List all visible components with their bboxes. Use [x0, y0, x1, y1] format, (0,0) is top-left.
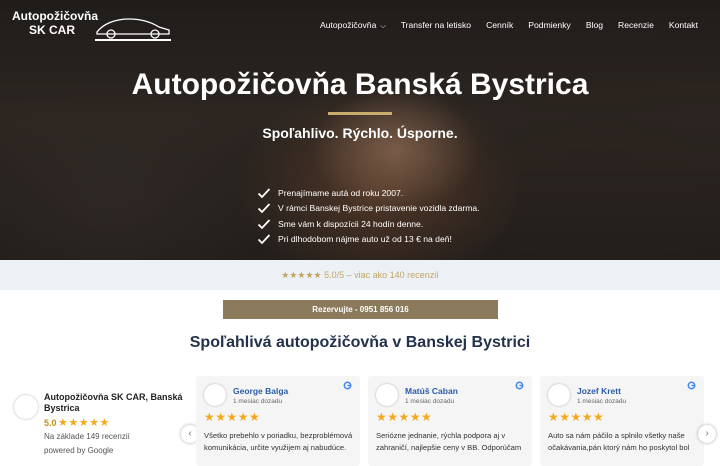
feature-item: Prenajímame autá od roku 2007. — [257, 185, 480, 201]
review-text: Všetko prebehlo v poriadku, bezproblémov… — [204, 431, 353, 452]
chevron-right-icon[interactable]: › — [698, 425, 716, 443]
check-icon — [257, 203, 271, 214]
car-logo-icon[interactable] — [93, 12, 173, 42]
google-icon — [343, 381, 352, 390]
review-card: George Balga 1 mesiac dozadu ★★★★★ Všetk… — [196, 376, 360, 466]
reviewer-avatar — [204, 384, 226, 406]
chevron-down-icon: ⌵ — [380, 23, 386, 30]
check-icon — [257, 188, 271, 199]
google-icon — [687, 381, 696, 390]
nav-item-kontakt[interactable]: Kontakt — [669, 20, 698, 31]
review-text: Auto sa nám páčilo a splnilo všetky naše… — [548, 431, 690, 452]
business-name[interactable]: Autopožičovňa SK CAR, Banská Bystrica — [44, 392, 184, 414]
review-date: 1 mesiac dozadu — [405, 398, 455, 405]
feature-text: Prenajímame autá od roku 2007. — [278, 187, 404, 198]
feature-text: Pri dlhodobom nájme auto už od 13 € na d… — [278, 234, 452, 245]
feature-text: Sme vám k dispozícii 24 hodín denne. — [278, 218, 424, 229]
reviewer-name[interactable]: Jozef Krett — [577, 386, 621, 396]
powered-by-google: powered by Google — [44, 446, 114, 455]
nav-item-label: Autopožičovňa — [319, 20, 377, 30]
hero-subtitle: Spoľahlivo. Rýchlo. Úsporne. — [262, 125, 458, 141]
rating-strip[interactable]: ★★★★★ 5.0/5 – viac ako 140 recenzií — [0, 260, 720, 290]
review-date: 1 mesiac dozadu — [577, 398, 627, 405]
nav-item-autopozicovna[interactable]: Autopožičovňa ⌵ — [320, 20, 386, 31]
star-rating-icon: ★★★★★ — [548, 410, 605, 424]
review-date: 1 mesiac dozadu — [233, 398, 283, 405]
reviewer-avatar — [548, 384, 570, 406]
reviewer-name[interactable]: Matúš Caban — [405, 386, 458, 396]
review-card: Jozef Krett 1 mesiac dozadu ★★★★★ Auto s… — [540, 376, 704, 466]
title-divider — [328, 112, 392, 115]
review-card: Matúš Caban 1 mesiac dozadu ★★★★★ Serióz… — [368, 376, 532, 466]
feature-list: Prenajímame autá od roku 2007. V rámci B… — [257, 185, 480, 247]
feature-item: Sme vám k dispozícii 24 hodín denne. — [257, 216, 480, 232]
review-count: Na základe 149 recenzií — [44, 432, 130, 441]
nav-item-recenzie[interactable]: Recenzie — [618, 20, 654, 31]
main-nav: Autopožičovňa ⌵ Transfer na letisko Cenní… — [320, 20, 698, 31]
reviewer-name[interactable]: George Balga — [233, 386, 288, 396]
reviewer-avatar — [376, 384, 398, 406]
star-rating-icon: ★★★★★ — [58, 417, 110, 429]
check-icon — [257, 234, 271, 245]
nav-item-transfer[interactable]: Transfer na letisko — [401, 20, 471, 31]
hero-title: Autopožičovňa Banská Bystrica — [131, 68, 589, 101]
business-avatar — [14, 395, 38, 419]
feature-text: V rámci Banskej Bystrice pristavenie voz… — [278, 203, 480, 214]
nav-item-blog[interactable]: Blog — [586, 20, 603, 31]
hero-section: Autopožičovňa SK CAR Autopožičovňa ⌵ Tran… — [0, 0, 720, 260]
check-icon — [257, 219, 271, 230]
rating-score: 5.0 — [44, 418, 57, 428]
review-text: Seriózne jednanie, rýchla podpora aj v z… — [376, 431, 522, 452]
star-rating-icon: ★★★★★ — [376, 410, 433, 424]
section-title: Spoľahlivá autopožičovňa v Banskej Bystr… — [189, 334, 531, 351]
nav-item-podmienky[interactable]: Podmienky — [528, 20, 571, 31]
feature-item: V rámci Banskej Bystrice pristavenie voz… — [257, 201, 480, 217]
brand-logo-text[interactable]: Autopožičovňa SK CAR — [12, 9, 98, 37]
nav-item-cennik[interactable]: Cenník — [486, 20, 513, 31]
feature-item: Pri dlhodobom nájme auto už od 13 € na d… — [257, 232, 480, 248]
google-icon — [515, 381, 524, 390]
reserve-button[interactable]: Rezervujte - 0951 856 016 — [223, 300, 498, 319]
star-rating-icon: ★★★★★ — [204, 410, 261, 424]
